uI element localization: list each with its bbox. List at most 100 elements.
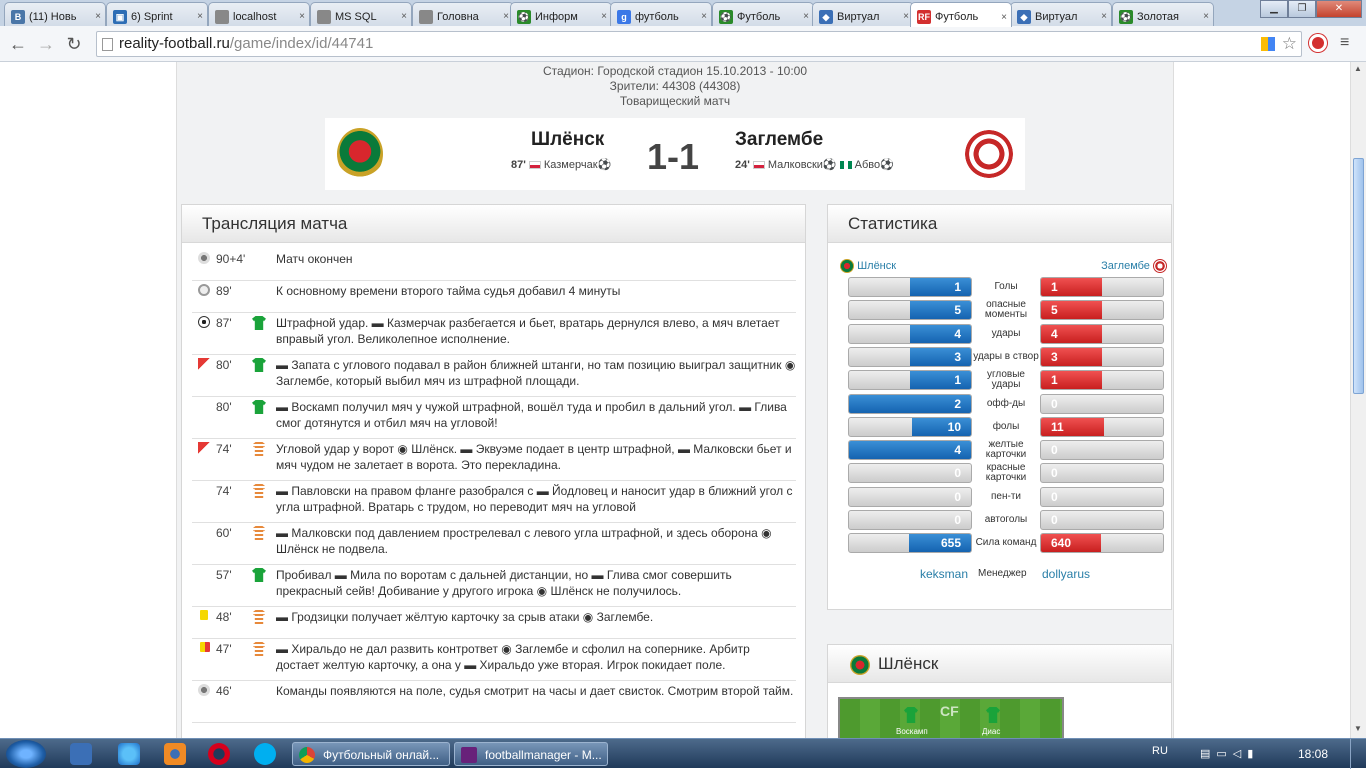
back-icon[interactable]: ←	[6, 32, 30, 56]
browser-tab-strip: B (11) Новь × ▣ 6) Sprint × localhost × MS SQL × Г…	[0, 0, 1366, 27]
tab-close-icon[interactable]: ×	[1203, 11, 1209, 22]
tab-close-icon[interactable]: ×	[701, 11, 707, 22]
explorer-icon[interactable]	[70, 743, 92, 765]
skype-icon[interactable]	[254, 743, 276, 765]
home-goal-scorer[interactable]: Казмерчак	[544, 159, 598, 171]
taskbar-chrome[interactable]: Футбольный онлай...	[292, 742, 450, 766]
tab-favicon-icon: ⚽	[1119, 9, 1133, 24]
stat-row: 0 пен-ти 0	[848, 486, 1164, 507]
stop-icon[interactable]	[1309, 34, 1327, 52]
browser-tab[interactable]: ◆ Виртуал ×	[1010, 2, 1112, 26]
browser-tab[interactable]: Головна ×	[412, 2, 514, 26]
reload-icon[interactable]: ↻	[62, 32, 86, 56]
away-team-crest[interactable]	[965, 130, 1013, 178]
home-stat-value: 0	[954, 513, 961, 527]
home-team-crest[interactable]	[337, 128, 383, 180]
corner-icon	[198, 442, 210, 454]
browser-tab[interactable]: B (11) Новь ×	[4, 2, 106, 26]
scrollbar-thumb[interactable]	[1353, 158, 1364, 394]
clock[interactable]: 18:08	[1298, 747, 1328, 761]
minimize-button[interactable]: ▁	[1260, 0, 1288, 18]
home-stat-fill	[910, 371, 971, 390]
scoreboard: Шлёнск 87' Казмерчак⚽ 1-1 Заглембе 24' Мал…	[325, 118, 1025, 190]
player-shirt-icon[interactable]	[986, 707, 1000, 723]
tab-close-icon[interactable]: ×	[1001, 12, 1007, 23]
opera-icon[interactable]	[208, 743, 230, 765]
stats-title: Статистика	[828, 205, 1171, 243]
home-manager[interactable]: keksman	[920, 567, 968, 581]
browser-tab[interactable]: RF Футболь ×	[910, 2, 1012, 27]
player-name[interactable]: Воскамп	[896, 727, 928, 736]
show-desktop-button[interactable]	[1350, 739, 1366, 769]
home-stat-fill	[910, 301, 971, 320]
stat-label: желтые карточки	[985, 439, 1027, 461]
browser-tab[interactable]: ▣ 6) Sprint ×	[106, 2, 208, 26]
away-stat-bar: 0	[1040, 440, 1164, 461]
event-text: Команды появляются на поле, судья смотри…	[276, 684, 794, 698]
tray-icons[interactable]: ▤▭◁▮	[1200, 747, 1274, 761]
away-scorers: 24' Малковски⚽ Абво⚽	[735, 158, 894, 171]
tab-label: Виртуал	[837, 10, 880, 23]
scroll-down-arrow[interactable]: ▼	[1354, 724, 1362, 733]
home-stat-value: 655	[940, 536, 961, 551]
away-goal-scorer-1[interactable]: Малковски	[768, 159, 823, 171]
start-button[interactable]	[6, 740, 46, 768]
address-bar[interactable]: reality-football.ru/game/index/id/44741 …	[96, 31, 1302, 57]
tab-label: localhost	[233, 10, 277, 23]
away-goal-minute: 24'	[735, 159, 750, 171]
tab-close-icon[interactable]: ×	[1101, 11, 1107, 22]
tab-close-icon[interactable]: ×	[299, 11, 305, 22]
away-team-name[interactable]: Заглембе	[735, 129, 823, 151]
away-manager[interactable]: dollyarus	[1042, 567, 1090, 581]
away-stat-value: 640	[1051, 536, 1072, 551]
bookmark-star-icon[interactable]: ☆	[1282, 32, 1297, 56]
tab-close-icon[interactable]: ×	[803, 11, 809, 22]
menu-icon[interactable]: ≡	[1340, 34, 1356, 52]
event-row: 87' Штрафной удар. ▬ Казмерчак разбегаетс…	[192, 313, 796, 355]
tab-close-icon[interactable]: ×	[401, 11, 407, 22]
player-shirt-icon[interactable]	[904, 707, 918, 723]
close-window-button[interactable]: ✕	[1316, 0, 1362, 18]
tab-close-icon[interactable]: ×	[503, 11, 509, 22]
stat-label: удары в створ	[973, 350, 1039, 362]
browser-tab[interactable]: ⚽ Информ ×	[510, 2, 612, 26]
browser-tab[interactable]: MS SQL ×	[310, 2, 412, 26]
away-stat-value: 5	[1051, 303, 1058, 318]
tab-close-icon[interactable]: ×	[601, 11, 607, 22]
tab-label: Виртуал	[1035, 10, 1078, 23]
stats-home-team[interactable]: Шлёнск	[840, 259, 896, 273]
browser-tab[interactable]: ⚽ Футболь ×	[712, 2, 814, 26]
browser-tab[interactable]: localhost ×	[208, 2, 310, 26]
browser-tab[interactable]: g футболь ×	[610, 2, 712, 26]
home-stat-bar: 4	[848, 323, 972, 344]
taskbar-vs-label: footballmanager - M...	[485, 748, 602, 762]
player-name[interactable]: Диас	[982, 727, 1000, 736]
stat-row: 4 удары 4	[848, 323, 1164, 344]
tab-close-icon[interactable]: ×	[903, 11, 909, 22]
home-stat-value: 1	[954, 373, 961, 388]
language-indicator[interactable]: RU	[1152, 745, 1168, 757]
firefox-icon[interactable]	[164, 743, 186, 765]
tab-close-icon[interactable]: ×	[95, 11, 101, 22]
browser-tab[interactable]: ◆ Виртуал ×	[812, 2, 914, 26]
home-team-name[interactable]: Шлёнск	[531, 129, 604, 151]
tab-label: Футболь	[737, 10, 781, 23]
stat-row: 0 красные карточки 0	[848, 463, 1164, 484]
scroll-up-arrow[interactable]: ▲	[1354, 64, 1362, 73]
home-stat-value: 4	[954, 326, 961, 341]
forward-icon[interactable]: →	[34, 32, 58, 56]
page-scrollbar[interactable]: ▲ ▼	[1350, 62, 1366, 738]
maximize-button[interactable]: ❐	[1288, 0, 1316, 18]
home-stat-bar: 2	[848, 393, 972, 414]
tab-close-icon[interactable]: ×	[197, 11, 203, 22]
home-stat-fill	[908, 534, 971, 553]
browser-toolbar: ← → ↻ reality-football.ru/game/index/id/…	[0, 26, 1366, 62]
browser-tab[interactable]: ⚽ Золотая ×	[1112, 2, 1214, 26]
yellowred-icon	[200, 642, 210, 652]
stats-away-team[interactable]: Заглембе	[1101, 259, 1167, 273]
extension-icon[interactable]	[1261, 37, 1275, 51]
away-assist-player[interactable]: Абво	[855, 159, 880, 171]
taskbar-visual-studio[interactable]: footballmanager - M...	[454, 742, 608, 766]
ie-icon[interactable]	[118, 743, 140, 765]
event-text: ▬ Хиральдо не дал развить контрответ ◉ З…	[276, 642, 750, 672]
